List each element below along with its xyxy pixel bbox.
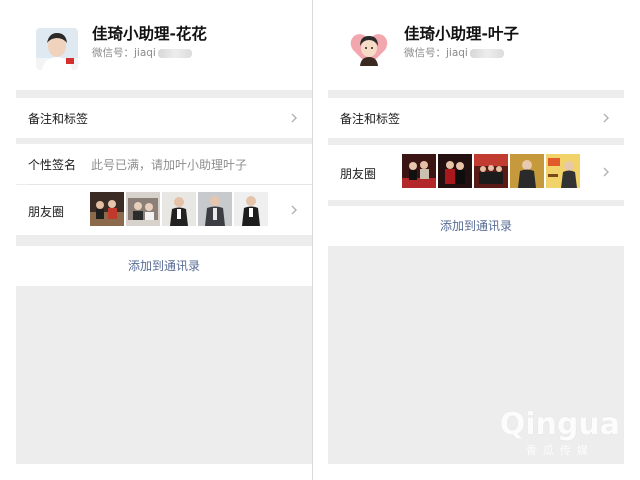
contact-name: 佳琦小助理-叶子 bbox=[404, 25, 519, 43]
avatar[interactable] bbox=[36, 28, 78, 70]
moments-row[interactable]: 朋友圈 bbox=[328, 145, 624, 200]
moments-thumbnails bbox=[402, 154, 582, 188]
moments-thumb bbox=[510, 154, 544, 188]
wechat-id-text: 微信号：jiaqi bbox=[404, 47, 468, 59]
watermark-logo-text: Qingua bbox=[499, 407, 620, 442]
moments-thumb bbox=[126, 192, 160, 226]
profile-header: 佳琦小助理-花花 微信号：jiaqi bbox=[16, 0, 312, 90]
moments-label: 朋友圈 bbox=[28, 205, 65, 219]
wechat-id: 微信号：jiaqi bbox=[404, 45, 504, 60]
add-to-contacts-button[interactable]: 添加到通讯录 bbox=[328, 206, 624, 246]
moments-thumb bbox=[474, 154, 508, 188]
signature-row: 个性签名 此号已满，请加叶小助理叶子 bbox=[16, 144, 312, 184]
add-to-contacts-button[interactable]: 添加到通讯录 bbox=[16, 246, 312, 286]
wechat-id: 微信号：jiaqi bbox=[92, 45, 192, 60]
moments-thumb bbox=[90, 192, 124, 226]
chevron-right-icon bbox=[600, 166, 612, 178]
chevron-right-icon bbox=[288, 112, 300, 124]
moments-thumb bbox=[234, 192, 268, 226]
redacted-blur bbox=[157, 48, 192, 58]
moments-thumbnails bbox=[90, 192, 270, 226]
remarks-and-tags-row[interactable]: 备注和标签 bbox=[16, 98, 312, 138]
chevron-right-icon bbox=[288, 204, 300, 216]
avatar[interactable] bbox=[348, 28, 390, 70]
watermark-logo: Qingua 青瓜传媒 bbox=[500, 410, 620, 458]
wechat-id-text: 微信号：jiaqi bbox=[92, 47, 156, 59]
moments-thumb bbox=[546, 154, 580, 188]
moments-thumb bbox=[198, 192, 232, 226]
moments-thumb bbox=[438, 154, 472, 188]
remarks-label: 备注和标签 bbox=[28, 112, 89, 126]
watermark-subtitle: 青瓜传媒 bbox=[525, 444, 594, 457]
signature-label: 个性签名 bbox=[28, 158, 77, 172]
center-divider bbox=[312, 0, 313, 480]
remarks-and-tags-row[interactable]: 备注和标签 bbox=[328, 98, 624, 138]
profile-panel-yezi: 佳琦小助理-叶子 微信号：jiaqi 备注和标签 朋友圈 添加到通讯录 bbox=[328, 0, 624, 464]
redacted-blur bbox=[469, 48, 504, 58]
remarks-label: 备注和标签 bbox=[340, 112, 401, 126]
moments-thumb bbox=[162, 192, 196, 226]
moments-thumb bbox=[402, 154, 436, 188]
profile-panel-huahua: 佳琦小助理-花花 微信号：jiaqi 备注和标签 个性签名 此号已满，请加叶小助… bbox=[16, 0, 312, 464]
moments-row[interactable]: 朋友圈 bbox=[16, 185, 312, 235]
profile-header: 佳琦小助理-叶子 微信号：jiaqi bbox=[328, 0, 624, 90]
moments-label: 朋友圈 bbox=[340, 167, 377, 181]
signature-value: 此号已满，请加叶小助理叶子 bbox=[91, 158, 248, 172]
contact-name: 佳琦小助理-花花 bbox=[92, 25, 207, 43]
chevron-right-icon bbox=[600, 112, 612, 124]
